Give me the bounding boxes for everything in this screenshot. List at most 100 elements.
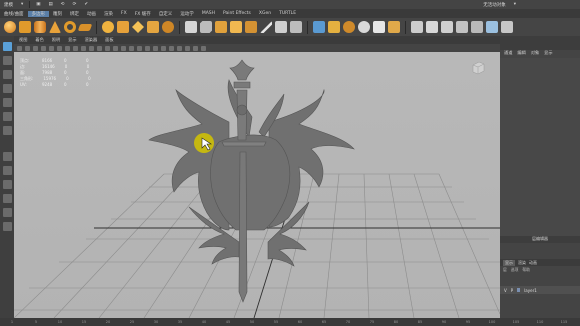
scale-tool-icon[interactable]: [2, 112, 12, 121]
menu-view[interactable]: 视图: [16, 37, 30, 43]
menu-lighting[interactable]: 照明: [49, 37, 63, 43]
layer-color-swatch[interactable]: [517, 288, 521, 292]
menu-mash[interactable]: MASH: [198, 11, 219, 16]
use-lights-icon[interactable]: [137, 45, 142, 51]
append-icon[interactable]: [230, 21, 242, 33]
layout-outliner-icon[interactable]: [2, 194, 12, 203]
menu-fx-caching[interactable]: FX 缓存: [131, 11, 155, 17]
time-slider[interactable]: 1 5 10 15 20 25 30 35 40 45 50 55 60 65 …: [0, 318, 580, 326]
safe-action-icon[interactable]: [89, 45, 94, 51]
gate-mask-icon[interactable]: [73, 45, 78, 51]
redo-icon[interactable]: ⟳: [69, 2, 81, 7]
anti-aliasing-icon[interactable]: [169, 45, 174, 51]
menu-rendering[interactable]: 渲染: [100, 11, 117, 17]
shadows-icon[interactable]: [145, 45, 150, 51]
tab-show[interactable]: 显示: [544, 50, 552, 58]
layout-side-icon[interactable]: [2, 180, 12, 189]
tab-display-layers[interactable]: 显示: [503, 259, 515, 266]
menu-rigging[interactable]: 绑定: [66, 11, 83, 17]
menu-layers[interactable]: 层: [503, 267, 507, 273]
mirror-icon[interactable]: [147, 21, 159, 33]
menu-shading[interactable]: 着色: [32, 37, 46, 43]
layer-row[interactable]: V P layer1: [500, 286, 580, 294]
xray-joints-icon[interactable]: [193, 45, 198, 51]
sphere-icon[interactable]: [4, 21, 16, 33]
open-scene-icon[interactable]: ▤: [45, 2, 57, 7]
active-object-field[interactable]: 无活动对象: [479, 2, 510, 8]
menu-fx[interactable]: FX: [117, 11, 131, 16]
menu-panels[interactable]: 面板: [102, 37, 116, 43]
uv-editor-icon[interactable]: [313, 21, 325, 33]
plane-icon[interactable]: [77, 23, 93, 31]
menu-curves-surfaces[interactable]: 曲线/曲面: [0, 11, 28, 17]
backface-icon[interactable]: [201, 45, 206, 51]
layer-playback-toggle[interactable]: P: [511, 288, 513, 293]
spherical-map-icon[interactable]: [358, 21, 370, 33]
paint-select-tool-icon[interactable]: [2, 70, 12, 79]
select-tool-icon[interactable]: [2, 42, 12, 51]
mode-selector[interactable]: 建模: [0, 2, 17, 8]
tab-render-layers[interactable]: 渲染: [518, 260, 526, 266]
3d-viewport[interactable]: 顶点: 8166 0 0 边: 16146 0 0 面: 7988 0 0 三角…: [14, 52, 500, 318]
menu-animation[interactable]: 动画: [83, 11, 100, 17]
foamy-brush-icon[interactable]: [501, 21, 513, 33]
flatten-brush-icon[interactable]: [486, 21, 498, 33]
camera-attributes-icon[interactable]: [25, 45, 30, 51]
tab-object[interactable]: 对象: [531, 50, 539, 58]
menu-options[interactable]: 选项: [511, 267, 519, 273]
check-icon[interactable]: ✔: [80, 2, 92, 7]
bridge-icon[interactable]: [215, 21, 227, 33]
fill-hole-icon[interactable]: [245, 21, 257, 33]
planar-map-icon[interactable]: [328, 21, 340, 33]
xray-icon[interactable]: [185, 45, 190, 51]
tab-channels[interactable]: 通道: [504, 50, 512, 58]
separate-icon[interactable]: [117, 21, 129, 33]
extrude-icon[interactable]: [185, 21, 197, 33]
menu-show[interactable]: 显示: [65, 37, 79, 43]
field-chart-icon[interactable]: [81, 45, 86, 51]
mode-dropdown-icon[interactable]: ▾: [17, 2, 27, 7]
image-plane-icon[interactable]: [41, 45, 46, 51]
unfold-icon[interactable]: [388, 21, 400, 33]
layout-single-icon[interactable]: [2, 152, 12, 161]
wireframe-on-shaded-icon[interactable]: [121, 45, 126, 51]
insert-edge-loop-icon[interactable]: [275, 21, 287, 33]
rotate-tool-icon[interactable]: [2, 98, 12, 107]
menu-renderer[interactable]: 渲染器: [82, 37, 101, 43]
auto-map-icon[interactable]: [373, 21, 385, 33]
tab-anim-layers[interactable]: 动画: [529, 260, 537, 266]
layout-custom-icon[interactable]: [2, 222, 12, 231]
motion-blur-icon[interactable]: [161, 45, 166, 51]
move-tool-icon[interactable]: [2, 84, 12, 93]
layout-graph-icon[interactable]: [2, 208, 12, 217]
active-object-dropdown-icon[interactable]: ▾: [510, 2, 520, 7]
lasso-tool-icon[interactable]: [2, 56, 12, 65]
cone-icon[interactable]: [49, 21, 61, 33]
menu-polygons[interactable]: 多边形: [27, 10, 50, 17]
film-gate-icon[interactable]: [57, 45, 62, 51]
combine-icon[interactable]: [102, 21, 114, 33]
boolean-icon[interactable]: [162, 21, 174, 33]
menu-help[interactable]: 帮助: [522, 267, 530, 273]
layer-visibility-toggle[interactable]: V: [504, 288, 507, 293]
camera-icon[interactable]: [17, 45, 22, 51]
pinch-brush-icon[interactable]: [471, 21, 483, 33]
grab-brush-icon[interactable]: [456, 21, 468, 33]
view-cube-icon[interactable]: [470, 60, 486, 76]
smooth-icon[interactable]: [132, 21, 144, 33]
grid-toggle-icon[interactable]: [49, 45, 54, 51]
new-scene-icon[interactable]: ▣: [32, 2, 44, 7]
cylindrical-map-icon[interactable]: [343, 21, 355, 33]
emblem-model[interactable]: [148, 59, 355, 303]
bevel-icon[interactable]: [200, 21, 212, 33]
multi-cut-icon[interactable]: [260, 21, 272, 33]
menu-sculpting[interactable]: 雕刻: [49, 11, 66, 17]
layout-four-icon[interactable]: [2, 166, 12, 175]
tab-edit[interactable]: 编辑: [517, 50, 525, 58]
last-tool-icon[interactable]: [2, 126, 12, 135]
menu-turtle[interactable]: TURTLE: [275, 11, 300, 16]
cube-icon[interactable]: [19, 21, 31, 33]
menu-motion[interactable]: 运动学: [176, 11, 198, 17]
resolution-gate-icon[interactable]: [65, 45, 70, 51]
smooth-brush-icon[interactable]: [426, 21, 438, 33]
